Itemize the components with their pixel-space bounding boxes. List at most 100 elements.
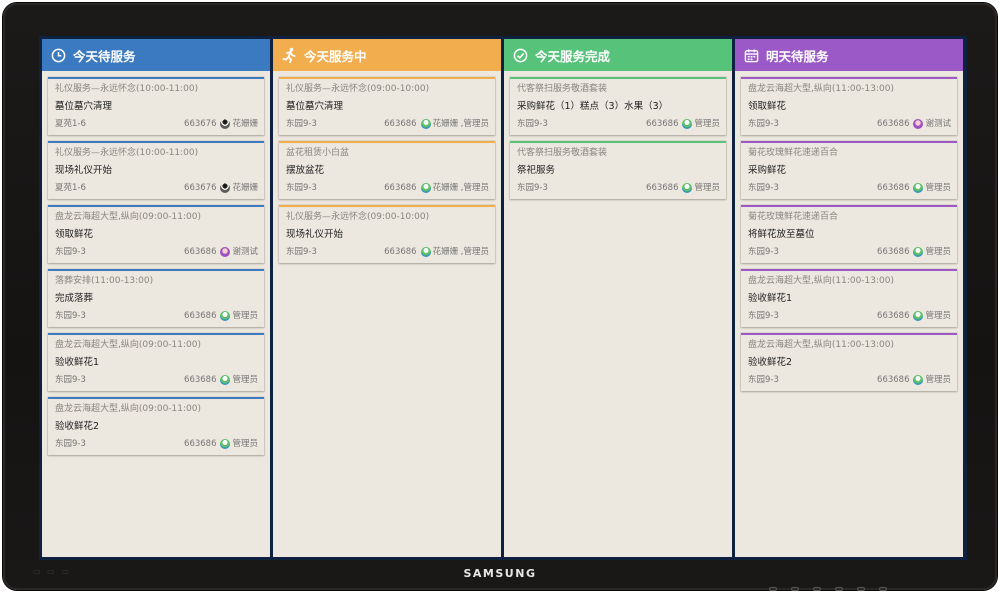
brand-logo: SAMSUNG [463, 567, 537, 580]
card-footer: 东园9-3 663686 管理员 [748, 373, 951, 387]
card-list: 礼仪服务—永远怀念(10:00-11:00) 墓位墓穴清理 夏苑1-6 663676 花… [42, 71, 270, 455]
bezel-buttons[interactable] [769, 587, 887, 591]
card-order-code: 663686 [646, 119, 679, 129]
card-service-title: 盘龙云海超大型,纵向(11:00-13:00) [748, 340, 895, 350]
green-avatar [913, 311, 924, 321]
green-avatar [420, 183, 431, 193]
card-assignee: 管理员 [925, 311, 951, 321]
card-footer: 东园9-3 663686 管理员 [55, 437, 258, 451]
card-order-code: 663686 [384, 183, 417, 193]
column-pending-today: 今天待服务 礼仪服务—永远怀念(10:00-11:00) 墓位墓穴清理 夏苑1-6 6… [42, 39, 270, 557]
task-card[interactable]: 代客祭扫服务敬酒套装 祭祀服务 东园9-3 663686 管理员 [510, 141, 726, 199]
card-order-code: 663686 [384, 247, 417, 257]
task-card[interactable]: 礼仪服务—永远怀念(10:00-11:00) 现场礼仪开始 夏苑1-6 663676 花… [48, 141, 264, 199]
card-order-code: 663686 [184, 247, 217, 257]
task-card[interactable]: 盘龙云海超大型,纵向(09:00-11:00) 领取鲜花 东园9-3 663686 谢测… [48, 205, 264, 263]
card-location: 夏苑1-6 [55, 119, 86, 129]
task-card[interactable]: 盘龙云海超大型,纵向(11:00-13:00) 验收鲜花1 东园9-3 663686 管… [741, 269, 957, 327]
card-task-name: 验收鲜花2 [748, 357, 793, 368]
card-location: 东园9-3 [748, 183, 779, 193]
column-tomorrow: 明天待服务 盘龙云海超大型,纵向(11:00-13:00) 领取鲜花 东园9-3 66… [735, 39, 963, 557]
monitor-bezel: 今天待服务 礼仪服务—永远怀念(10:00-11:00) 墓位墓穴清理 夏苑1-6 6… [3, 3, 997, 591]
card-list: 礼仪服务—永远怀念(09:00-10:00) 墓位墓穴清理 东园9-3 663686 花… [273, 71, 501, 263]
card-location: 东园9-3 [55, 439, 86, 449]
card-location: 东园9-3 [748, 311, 779, 321]
green-avatar [913, 375, 924, 385]
task-card[interactable]: 盘龙云海超大型,纵向(09:00-11:00) 验收鲜花1 东园9-3 663686 管… [48, 333, 264, 391]
card-location: 夏苑1-6 [55, 183, 86, 193]
person-avatar [220, 119, 231, 129]
task-card[interactable]: 盆花租赁小白盆 摆放盆花 东园9-3 663686 花姗姗 ,管理员 [279, 141, 495, 199]
task-card[interactable]: 盘龙云海超大型,纵向(11:00-13:00) 领取鲜花 东园9-3 663686 谢测… [741, 77, 957, 135]
card-footer: 东园9-3 663686 谢测试 [55, 245, 258, 259]
card-footer: 东园9-3 663686 花姗姗 ,管理员 [286, 117, 489, 131]
card-location: 东园9-3 [55, 311, 86, 321]
green-avatar [682, 119, 693, 129]
card-location: 东园9-3 [748, 247, 779, 257]
green-avatar [420, 119, 431, 129]
card-service-title: 盘龙云海超大型,纵向(09:00-11:00) [55, 404, 202, 414]
green-avatar [913, 183, 924, 193]
kanban-screen: 今天待服务 礼仪服务—永远怀念(10:00-11:00) 墓位墓穴清理 夏苑1-6 6… [39, 36, 967, 560]
card-task-name: 摆放盆花 [286, 165, 325, 176]
card-service-title: 盆花租赁小白盆 [286, 148, 350, 158]
purple-avatar [913, 119, 924, 129]
card-service-title: 礼仪服务—永远怀念(10:00-11:00) [55, 148, 199, 158]
card-task-name: 采购鲜花（1）糕点（3）水果（3） [517, 101, 669, 112]
task-card[interactable]: 盘龙云海超大型,纵向(09:00-11:00) 验收鲜花2 东园9-3 663686 管… [48, 397, 264, 455]
green-avatar [220, 375, 231, 385]
card-list: 盘龙云海超大型,纵向(11:00-13:00) 领取鲜花 东园9-3 663686 谢测… [735, 71, 963, 391]
card-assignee: 管理员 [232, 311, 258, 321]
card-task-name: 现场礼仪开始 [55, 165, 113, 176]
card-task-name: 墓位墓穴清理 [286, 101, 344, 112]
task-card[interactable]: 礼仪服务—永远怀念(09:00-10:00) 现场礼仪开始 东园9-3 663686 花… [279, 205, 495, 263]
card-location: 东园9-3 [286, 183, 317, 193]
task-card[interactable]: 盘龙云海超大型,纵向(11:00-13:00) 验收鲜花2 东园9-3 663686 管… [741, 333, 957, 391]
task-card[interactable]: 落葬安排(11:00-13:00) 完成落葬 东园9-3 663686 管理员 [48, 269, 264, 327]
card-assignee: 管理员 [925, 247, 951, 257]
card-location: 东园9-3 [517, 183, 548, 193]
clock-icon [50, 47, 66, 63]
card-footer: 东园9-3 663686 花姗姗 ,管理员 [286, 181, 489, 195]
card-footer: 东园9-3 663686 管理员 [748, 245, 951, 259]
column-header: 今天服务完成 [504, 39, 732, 71]
card-location: 东园9-3 [748, 375, 779, 385]
card-location: 东园9-3 [286, 119, 317, 129]
card-footer: 东园9-3 663686 管理员 [517, 117, 720, 131]
card-footer: 东园9-3 663686 花姗姗 ,管理员 [286, 245, 489, 259]
card-service-title: 盘龙云海超大型,纵向(09:00-11:00) [55, 340, 202, 350]
card-task-name: 墓位墓穴清理 [55, 101, 113, 112]
card-order-code: 663686 [877, 311, 910, 321]
task-card[interactable]: 菊花玫瑰鲜花速递百合 将鲜花放至墓位 东园9-3 663686 管理员 [741, 205, 957, 263]
card-footer: 东园9-3 663686 管理员 [55, 309, 258, 323]
card-task-name: 采购鲜花 [748, 165, 787, 176]
card-order-code: 663686 [184, 439, 217, 449]
card-assignee: 管理员 [694, 183, 720, 193]
person-avatar [220, 183, 231, 193]
purple-avatar [220, 247, 231, 257]
card-service-title: 菊花玫瑰鲜花速递百合 [748, 212, 839, 222]
card-footer: 东园9-3 663686 谢测试 [748, 117, 951, 131]
card-assignee: 花姗姗 [232, 119, 258, 129]
card-location: 东园9-3 [286, 247, 317, 257]
column-header: 今天服务中 [273, 39, 501, 71]
task-card[interactable]: 礼仪服务—永远怀念(09:00-10:00) 墓位墓穴清理 东园9-3 663686 花… [279, 77, 495, 135]
green-avatar [220, 311, 231, 321]
card-order-code: 663686 [184, 311, 217, 321]
card-service-title: 菊花玫瑰鲜花速递百合 [748, 148, 839, 158]
card-assignee: 谢测试 [925, 119, 951, 129]
card-service-title: 礼仪服务—永远怀念(09:00-10:00) [286, 212, 430, 222]
task-card[interactable]: 礼仪服务—永远怀念(10:00-11:00) 墓位墓穴清理 夏苑1-6 663676 花… [48, 77, 264, 135]
green-avatar [420, 247, 431, 257]
card-task-name: 领取鲜花 [748, 101, 787, 112]
card-task-name: 现场礼仪开始 [286, 229, 344, 240]
card-service-title: 落葬安排(11:00-13:00) [55, 276, 154, 286]
card-assignee: 管理员 [232, 375, 258, 385]
column-title: 明天待服务 [766, 48, 829, 64]
card-service-title: 代客祭扫服务敬酒套装 [517, 84, 608, 94]
column-done: 今天服务完成 代客祭扫服务敬酒套装 采购鲜花（1）糕点（3）水果（3） 东园9-3 6… [504, 39, 732, 557]
task-card[interactable]: 代客祭扫服务敬酒套装采购鲜花（1）糕点（3）水果（3） 东园9-3 663686 管理… [510, 77, 726, 135]
task-card[interactable]: 菊花玫瑰鲜花速递百合 采购鲜花 东园9-3 663686 管理员 [741, 141, 957, 199]
card-list: 代客祭扫服务敬酒套装 采购鲜花（1）糕点（3）水果（3） 东园9-3 663686 管理… [504, 71, 732, 199]
card-order-code: 663686 [384, 119, 417, 129]
